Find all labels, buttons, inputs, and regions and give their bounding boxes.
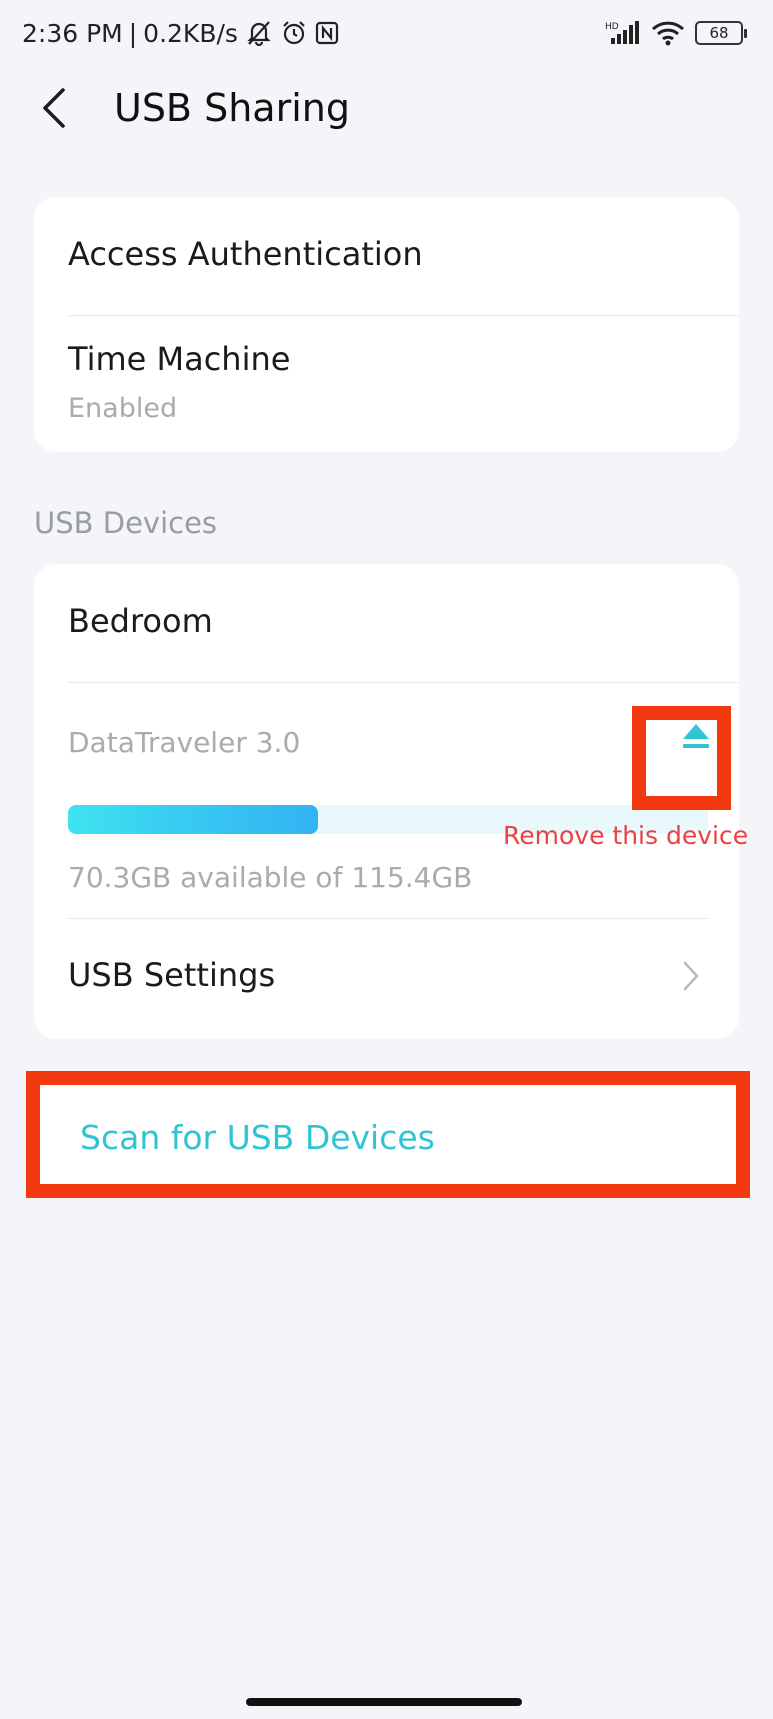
chevron-right-icon[interactable]	[681, 960, 701, 996]
device-name: DataTraveler 3.0	[68, 726, 301, 759]
status-right: HD 68	[605, 20, 747, 46]
eject-hint-label: Remove this device	[503, 821, 749, 850]
divider	[68, 315, 739, 316]
muted-bell-icon	[244, 18, 274, 48]
app-header: USB Sharing	[0, 70, 773, 150]
battery-icon: 68	[695, 21, 747, 45]
nfc-icon	[314, 20, 340, 46]
usb-devices-card: Bedroom DataTraveler 3.0 70.3GB availabl…	[34, 564, 739, 1039]
status-time: 2:36 PM	[22, 18, 123, 48]
settings-card: Access Authentication Time Machine Enabl…	[34, 197, 739, 452]
storage-text: 70.3GB available of 115.4GB	[68, 861, 473, 894]
status-speed: 0.2KB/s	[143, 18, 238, 48]
access-authentication-item[interactable]: Access Authentication	[68, 235, 423, 273]
eject-button[interactable]	[666, 706, 726, 766]
scan-usb-devices-button[interactable]: Scan for USB Devices	[26, 1071, 750, 1198]
divider	[68, 918, 709, 919]
home-indicator[interactable]	[246, 1698, 522, 1706]
status-left: 2:36 PM | 0.2KB/s	[22, 18, 340, 48]
usb-devices-section-label: USB Devices	[34, 506, 218, 540]
scan-usb-devices-label: Scan for USB Devices	[80, 1118, 435, 1157]
status-separator: |	[128, 18, 138, 48]
network-type-label: HD	[605, 22, 619, 32]
router-name: Bedroom	[68, 602, 213, 640]
chevron-left-icon	[43, 88, 65, 128]
eject-icon	[683, 724, 709, 748]
alarm-icon	[280, 19, 308, 47]
divider	[68, 682, 739, 683]
signal-icon: HD	[605, 20, 641, 46]
time-machine-title[interactable]: Time Machine	[68, 340, 290, 378]
wifi-icon	[651, 20, 685, 46]
page-title: USB Sharing	[114, 86, 350, 130]
status-bar: 2:36 PM | 0.2KB/s HD 68	[0, 0, 773, 70]
back-button[interactable]	[30, 84, 78, 132]
time-machine-status: Enabled	[68, 393, 178, 424]
storage-progress-fill	[68, 805, 318, 834]
usb-settings-item[interactable]: USB Settings	[68, 956, 275, 994]
